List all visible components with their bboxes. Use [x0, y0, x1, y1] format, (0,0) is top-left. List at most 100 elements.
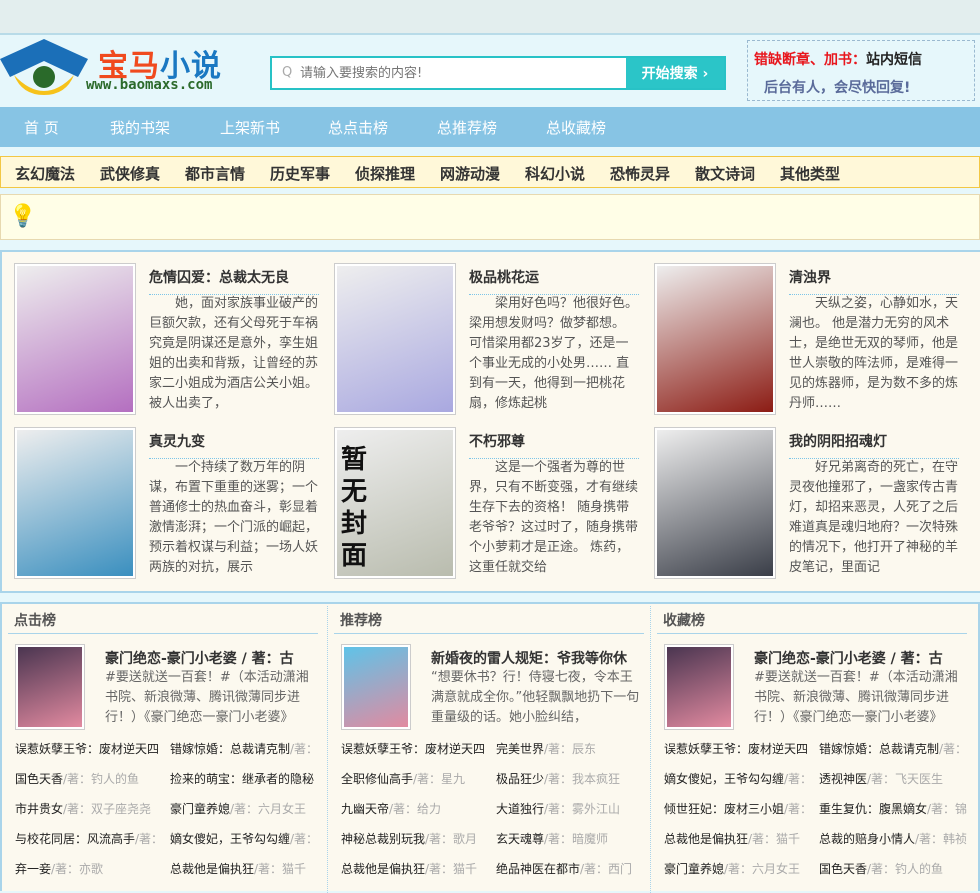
- category-link[interactable]: 历史军事: [270, 163, 330, 184]
- ranking-item-author: /著：: [939, 742, 968, 756]
- ranking-item-title[interactable]: 完美世界: [496, 742, 544, 756]
- top-book-cover[interactable]: [15, 644, 85, 730]
- header: 宝马小说 www.baomaxs.com Q 开始搜索 › 错缺断章、加书：站内…: [0, 37, 980, 107]
- category-link[interactable]: 玄幻魔法: [15, 163, 75, 184]
- ranking-item-title[interactable]: 捡来的萌宝：继承者的隐秘: [170, 772, 314, 786]
- category-link[interactable]: 其他类型: [780, 163, 840, 184]
- category-link[interactable]: 散文诗词: [695, 163, 755, 184]
- lightbulb-icon: 💡: [9, 204, 37, 229]
- ranking-item-title[interactable]: 错嫁惊婚：总裁请克制: [170, 742, 290, 756]
- ranking-item-title[interactable]: 九幽天帝: [341, 802, 389, 816]
- book-cover[interactable]: [334, 263, 456, 415]
- ranking-item-title[interactable]: 极品狂少: [496, 772, 544, 786]
- ranking-item: 市井贵女/著：双子座尧尧: [15, 801, 170, 817]
- ranking-item-title[interactable]: 误惹妖孽王爷：废材逆天四: [341, 742, 485, 756]
- ranking-item-title[interactable]: 全职修仙高手: [341, 772, 413, 786]
- category-link[interactable]: 都市言情: [185, 163, 245, 184]
- search-button[interactable]: 开始搜索 ›: [626, 58, 724, 88]
- ranking-item-title[interactable]: 嫡女傻妃，王爷勾勾缠: [170, 832, 290, 846]
- featured-book: 暂无封面 不朽邪尊 这是一个强者为尊的世界，只有不断变强，才有继续生存下去的资格！ …: [334, 427, 644, 583]
- ranking-item: 极品狂少/著：我本疯狂: [496, 771, 651, 787]
- category-link[interactable]: 武侠修真: [100, 163, 160, 184]
- book-cover[interactable]: [654, 427, 776, 579]
- ranking-item-title[interactable]: 豪门童养媳: [664, 862, 724, 876]
- site-logo[interactable]: 宝马小说 www.baomaxs.com: [0, 37, 250, 103]
- nav-item[interactable]: 总收藏榜: [546, 117, 606, 138]
- book-cover[interactable]: [14, 263, 136, 415]
- ranking-item-title[interactable]: 大道独行: [496, 802, 544, 816]
- book-title[interactable]: 不朽邪尊: [469, 431, 639, 459]
- book-description: 一个持续了数万年的阴谋，布置下重重的迷雾；一个普通修士的热血奋斗，彰显着激情澎湃…: [149, 460, 319, 575]
- top-book-title[interactable]: 豪门绝恋-豪门小老婆 / 著：古: [105, 648, 319, 668]
- ranking-item: 绝品神医在都市/著：西门: [496, 861, 651, 877]
- ranking-item-title[interactable]: 总裁他是偏执狂: [341, 862, 425, 876]
- ranking-item: 总裁的赔身小情人/著：韩祯: [819, 831, 974, 847]
- top-book-cover[interactable]: [341, 644, 411, 730]
- nav-item[interactable]: 总点击榜: [328, 117, 388, 138]
- book-description: 这是一个强者为尊的世界，只有不断变强，才有继续生存下去的资格！ 随身携带老爷爷？…: [469, 460, 639, 575]
- nav-item[interactable]: 总推荐榜: [437, 117, 497, 138]
- ranking-item-title[interactable]: 总裁他是偏执狂: [170, 862, 254, 876]
- ranking-item-title[interactable]: 嫡女傻妃，王爷勾勾缠: [664, 772, 784, 786]
- cover-image: [667, 647, 731, 727]
- ranking-item: 弃一妾/著：亦歌: [15, 861, 170, 877]
- book-description: 她，面对家族事业破产的巨额欠款，还有父母死于车祸究竟是阴谋还是意外，孪生姐姐的出…: [149, 296, 319, 411]
- category-link[interactable]: 科幻小说: [525, 163, 585, 184]
- cover-image: [17, 430, 133, 576]
- top-book-title[interactable]: 新婚夜的雷人规矩：爷我等你休: [431, 648, 645, 668]
- ranking-item-author: /著：西门: [580, 862, 633, 876]
- ranking-item-author: /著：猫千: [425, 862, 478, 876]
- featured-book: 极品桃花运 梁用好色吗？他很好色。 梁用想发财吗？做梦都想。 可惜梁用都23岁了，…: [334, 263, 644, 419]
- category-link[interactable]: 恐怖灵异: [610, 163, 670, 184]
- ranking-item-title[interactable]: 弃一妾: [15, 862, 51, 876]
- ranking-item: 完美世界/著：辰东: [496, 741, 651, 757]
- ranking-item-author: /著：: [290, 832, 319, 846]
- book-title[interactable]: 我的阴阳招魂灯: [789, 431, 959, 459]
- book-title[interactable]: 清浊界: [789, 267, 959, 295]
- featured-book: 清浊界 天纵之姿，心静如水，天澜也。 他是潜力无穷的风术士，是绝世无双的琴师，他是…: [654, 263, 964, 419]
- ranking-item-title[interactable]: 市井贵女: [15, 802, 63, 816]
- ranking-item-title[interactable]: 与校花同居：风流高手: [15, 832, 135, 846]
- top-book-title[interactable]: 豪门绝恋-豪门小老婆 / 著：古: [754, 648, 968, 668]
- category-link[interactable]: 侦探推理: [355, 163, 415, 184]
- site-message-link[interactable]: 站内短信: [866, 52, 922, 68]
- top-book-description: “想要休书？行！侍寝七夜，令本王满意就成全你。”他轻飘飘地扔下一句重量级的话。她…: [431, 670, 640, 725]
- ranking-item-title[interactable]: 豪门童养媳: [170, 802, 230, 816]
- nav-item[interactable]: 我的书架: [110, 117, 170, 138]
- search-icon: Q: [282, 65, 293, 80]
- ranking-item-title[interactable]: 国色天香: [15, 772, 63, 786]
- book-cover[interactable]: [14, 427, 136, 579]
- ranking-item-author: /著：: [784, 772, 813, 786]
- book-title[interactable]: 真灵九变: [149, 431, 319, 459]
- search-box: Q 开始搜索 ›: [270, 56, 726, 90]
- book-title[interactable]: 危情囚爱：总裁太无良: [149, 267, 319, 295]
- ranking-item-title[interactable]: 总裁的赔身小情人: [819, 832, 915, 846]
- ranking-item-title[interactable]: 误惹妖孽王爷：废材逆天四: [664, 742, 808, 756]
- ranking-item-title[interactable]: 总裁他是偏执狂: [664, 832, 748, 846]
- ranking-item-title[interactable]: 误惹妖孽王爷：废材逆天四: [15, 742, 159, 756]
- ranking-panel: 收藏榜 豪门绝恋-豪门小老婆 / 著：古 #要送就送一百套！#（本活动潇湘书院、新浪…: [651, 604, 973, 893]
- category-link[interactable]: 网游动漫: [440, 163, 500, 184]
- ranking-item-title[interactable]: 重生复仇：腹黑嫡女: [819, 802, 927, 816]
- cover-image: [18, 647, 82, 727]
- nav-item[interactable]: 上架新书: [220, 117, 280, 138]
- ranking-item-title[interactable]: 玄天魂尊: [496, 832, 544, 846]
- ranking-item-title[interactable]: 神秘总裁别玩我: [341, 832, 425, 846]
- ranking-item-title[interactable]: 错嫁惊婚：总裁请克制: [819, 742, 939, 756]
- ranking-item-title[interactable]: 国色天香: [819, 862, 867, 876]
- ranking-item-author: /著：六月女王: [724, 862, 801, 876]
- book-title[interactable]: 极品桃花运: [469, 267, 639, 295]
- notice-red: 错缺断章、加书：: [754, 52, 866, 68]
- ranking-item: 误惹妖孽王爷：废材逆天四: [15, 741, 170, 757]
- book-cover[interactable]: [654, 263, 776, 415]
- site-url: www.baomaxs.com: [86, 77, 213, 93]
- top-book-cover[interactable]: [664, 644, 734, 730]
- nav-item[interactable]: 首 页: [24, 117, 59, 138]
- ranking-item-title[interactable]: 透视神医: [819, 772, 867, 786]
- ranking-item: 误惹妖孽王爷：废材逆天四: [664, 741, 819, 757]
- book-cover[interactable]: 暂无封面: [334, 427, 456, 579]
- ranking-item-title[interactable]: 倾世狂妃：废材三小姐: [664, 802, 784, 816]
- ranking-item: 国色天香/著：钓人的鱼: [15, 771, 170, 787]
- search-input[interactable]: [300, 58, 625, 88]
- ranking-item-title[interactable]: 绝品神医在都市: [496, 862, 580, 876]
